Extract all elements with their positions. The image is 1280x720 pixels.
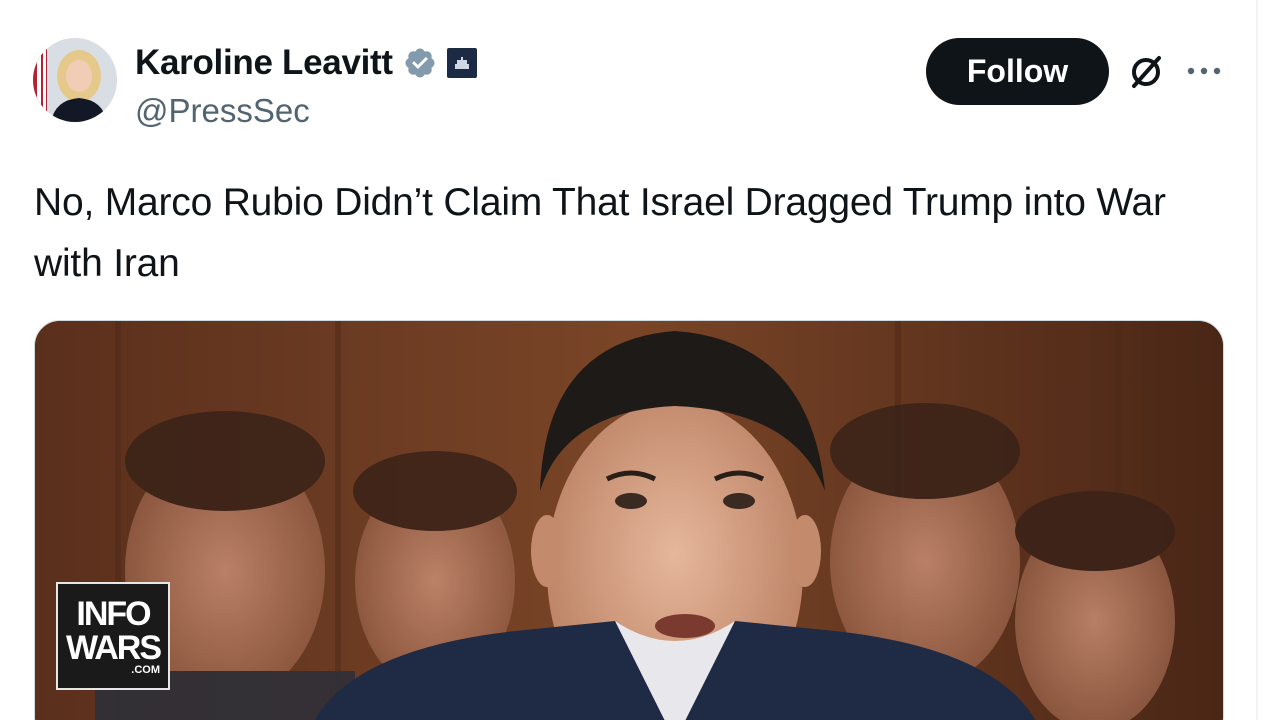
verified-check-icon[interactable] (403, 46, 437, 80)
tweet-media-photo[interactable] (34, 320, 1224, 720)
watermark-line-2: WARS (66, 628, 162, 667)
tweet-text: No, Marco Rubio Didn’t Claim That Israel… (34, 181, 1166, 285)
grok-icon[interactable] (1126, 52, 1166, 92)
watermark-line-1: INFO (76, 594, 151, 633)
white-house-badge-icon[interactable] (446, 48, 477, 78)
author-avatar[interactable] (33, 38, 117, 122)
infowars-watermark-logo: INFO WARS .COM (56, 582, 170, 690)
media-photo-image (35, 321, 1223, 720)
watermark-line-3: .COM (131, 663, 160, 676)
author-name-row: Karoline Leavitt (135, 40, 477, 86)
author-display-name[interactable]: Karoline Leavitt (135, 43, 393, 83)
more-options-icon[interactable] (1186, 58, 1222, 84)
column-divider (1256, 0, 1258, 720)
follow-button[interactable]: Follow (926, 38, 1109, 105)
author-handle[interactable]: @PressSec (135, 92, 310, 130)
avatar-image (33, 38, 117, 122)
tweet-card: Karoline Leavitt @PressSec Follow No, Ma… (0, 0, 1280, 720)
